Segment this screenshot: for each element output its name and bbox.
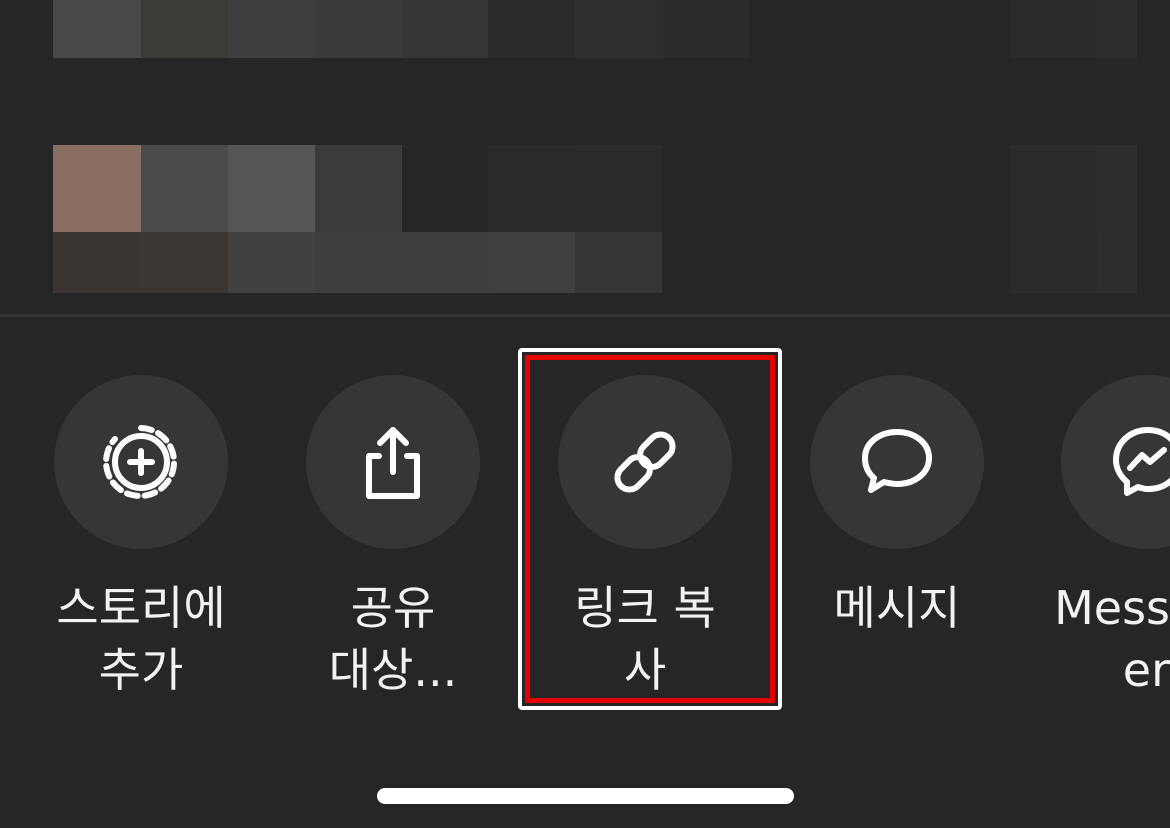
add-to-story-label: 스토리에 추가	[56, 581, 226, 697]
divider	[0, 314, 1170, 317]
messenger-circle[interactable]	[1061, 375, 1170, 549]
share-to-circle[interactable]	[306, 375, 480, 549]
share-upload-icon	[366, 427, 420, 499]
messenger-button[interactable]	[1061, 375, 1170, 549]
add-to-story-icon	[103, 425, 178, 499]
highlight-box-inner	[525, 355, 775, 703]
share-to-button[interactable]: 공유 대상...	[305, 375, 481, 701]
home-indicator[interactable]	[377, 788, 794, 804]
highlight-box	[518, 348, 782, 710]
add-to-story-button[interactable]: 스토리에 추가	[53, 375, 229, 701]
avatar	[53, 145, 141, 232]
message-label: 메시지	[833, 581, 961, 635]
message-bubble-icon	[862, 429, 932, 493]
add-to-story-circle[interactable]	[54, 375, 228, 549]
messenger-icon	[1113, 427, 1170, 496]
message-circle[interactable]	[810, 375, 984, 549]
messenger-label-wrap: Mess er	[1030, 577, 1170, 701]
share-sheet-screen: 스토리에 추가 공유 대상... 링크 복사 메시지 Mess er	[0, 0, 1170, 828]
share-to-label: 공유 대상...	[328, 581, 458, 697]
messenger-label: Mess er	[1054, 581, 1170, 697]
message-button[interactable]: 메시지	[809, 375, 985, 639]
